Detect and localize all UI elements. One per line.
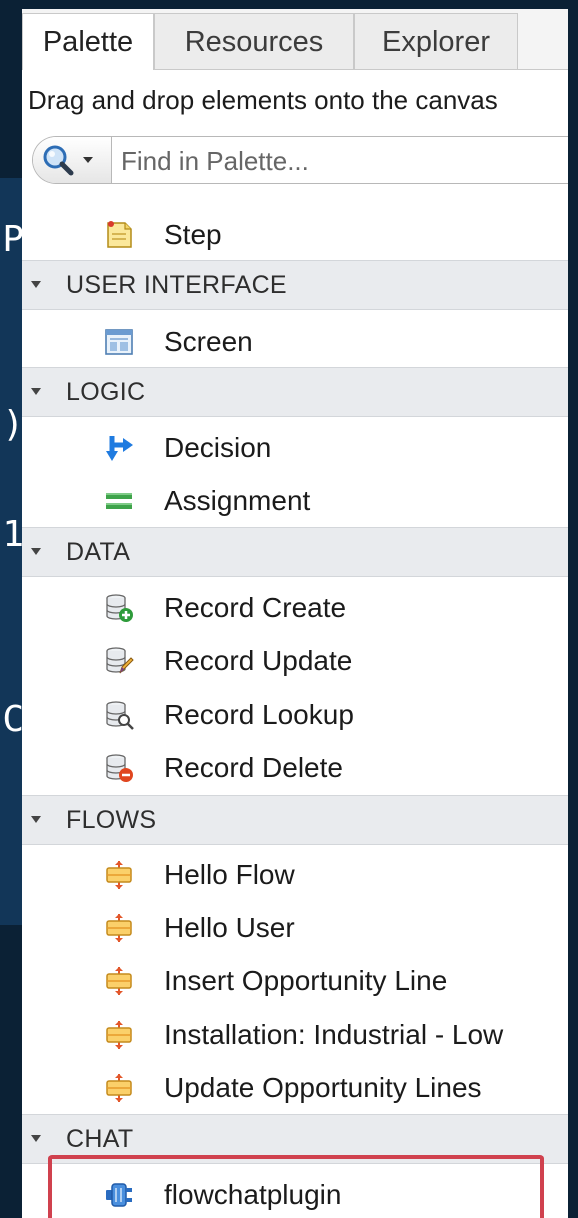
flow-icon xyxy=(106,967,132,995)
search-input[interactable] xyxy=(119,141,563,181)
collapse-triangle-icon xyxy=(31,388,41,395)
section-user-interface[interactable]: USER INTERFACE xyxy=(22,260,568,310)
palette-item-record-delete[interactable]: Record Delete xyxy=(22,741,568,794)
screenshot-stage: P ) 1 C 1 Palette Resources Explorer Dra… xyxy=(0,0,578,1218)
palette-item-label: Hello User xyxy=(164,912,295,943)
step-icon xyxy=(107,221,132,248)
palette-item-label: flowchatplugin xyxy=(164,1179,342,1210)
palette-item-record-lookup[interactable]: Record Lookup xyxy=(22,688,568,741)
section-data[interactable]: DATA xyxy=(22,527,568,577)
record-delete-icon xyxy=(106,754,133,782)
decision-icon xyxy=(106,436,133,461)
palette-item-record-update[interactable]: Record Update xyxy=(22,634,568,687)
section-flows[interactable]: FLOWS xyxy=(22,795,568,845)
palette-item-flowchatplugin[interactable]: flowchatplugin xyxy=(22,1168,568,1218)
search-icon xyxy=(43,145,93,176)
section-chat[interactable]: CHAT xyxy=(22,1114,568,1164)
screen-icon xyxy=(105,329,133,355)
background-glyph: P xyxy=(2,220,24,260)
palette-item-assignment[interactable]: Assignment xyxy=(22,474,568,527)
tab-explorer[interactable]: Explorer xyxy=(354,13,518,69)
section-title: LOGIC xyxy=(66,378,146,406)
palette-item-label: Decision xyxy=(164,432,272,463)
record-update-icon xyxy=(106,647,134,674)
flow-icon xyxy=(106,914,132,942)
assignment-icon xyxy=(106,493,132,509)
palette-search xyxy=(32,136,568,184)
palette-item-label: Hello Flow xyxy=(164,859,295,890)
palette-panel: Palette Resources Explorer Drag and drop… xyxy=(22,0,568,1218)
palette-item-record-create[interactable]: Record Create xyxy=(22,581,568,634)
record-create-icon xyxy=(106,594,133,622)
background-glyph: 1 xyxy=(2,515,24,555)
section-title: FLOWS xyxy=(66,806,157,834)
tab-bar: Palette Resources Explorer xyxy=(22,9,568,70)
palette-item-insert-opportunity-line[interactable]: Insert Opportunity Line xyxy=(22,954,568,1007)
palette-item-screen[interactable]: Screen xyxy=(22,315,568,368)
collapse-triangle-icon xyxy=(31,816,41,823)
flow-icon xyxy=(106,1021,132,1049)
palette-item-label: Installation: Industrial - Low xyxy=(164,1019,504,1050)
palette-item-hello-flow[interactable]: Hello Flow xyxy=(22,848,568,901)
record-lookup-icon xyxy=(106,701,134,730)
palette-item-label: Record Create xyxy=(164,592,347,623)
collapse-triangle-icon xyxy=(31,1135,41,1142)
palette-item-update-opportunity-lines[interactable]: Update Opportunity Lines xyxy=(22,1061,568,1114)
section-logic[interactable]: LOGIC xyxy=(22,367,568,417)
palette-item-label: Assignment xyxy=(164,485,311,516)
palette-hint-text: Drag and drop elements onto the canvas xyxy=(28,85,498,115)
background-glyph: ) xyxy=(2,405,24,445)
palette-item-label: Step xyxy=(164,219,222,250)
palette-item-decision[interactable]: Decision xyxy=(22,421,568,474)
section-title: CHAT xyxy=(66,1125,134,1153)
palette-item-label: Record Delete xyxy=(164,752,343,783)
palette-item-hello-user[interactable]: Hello User xyxy=(22,901,568,954)
background-glyph: C xyxy=(2,700,24,740)
search-options-button[interactable] xyxy=(33,137,112,183)
panel-top-strip xyxy=(22,0,568,9)
tab-palette[interactable]: Palette xyxy=(22,13,154,70)
flow-icon xyxy=(106,1074,132,1102)
palette-item-label: Screen xyxy=(164,326,253,357)
palette-item-label: Record Update xyxy=(164,645,353,676)
flow-icon xyxy=(106,861,132,889)
palette-item-installation-industrial-low[interactable]: Installation: Industrial - Low xyxy=(22,1008,568,1061)
plugin-icon xyxy=(106,1183,132,1207)
section-title: DATA xyxy=(66,538,131,566)
collapse-triangle-icon xyxy=(31,548,41,555)
collapse-triangle-icon xyxy=(31,281,41,288)
palette-item-label: Record Lookup xyxy=(164,699,354,730)
palette-item-label: Insert Opportunity Line xyxy=(164,965,448,996)
palette-item-step[interactable]: Step xyxy=(22,208,568,261)
section-title: USER INTERFACE xyxy=(66,271,287,299)
tab-resources[interactable]: Resources xyxy=(154,13,354,69)
palette-item-label: Update Opportunity Lines xyxy=(164,1072,482,1103)
